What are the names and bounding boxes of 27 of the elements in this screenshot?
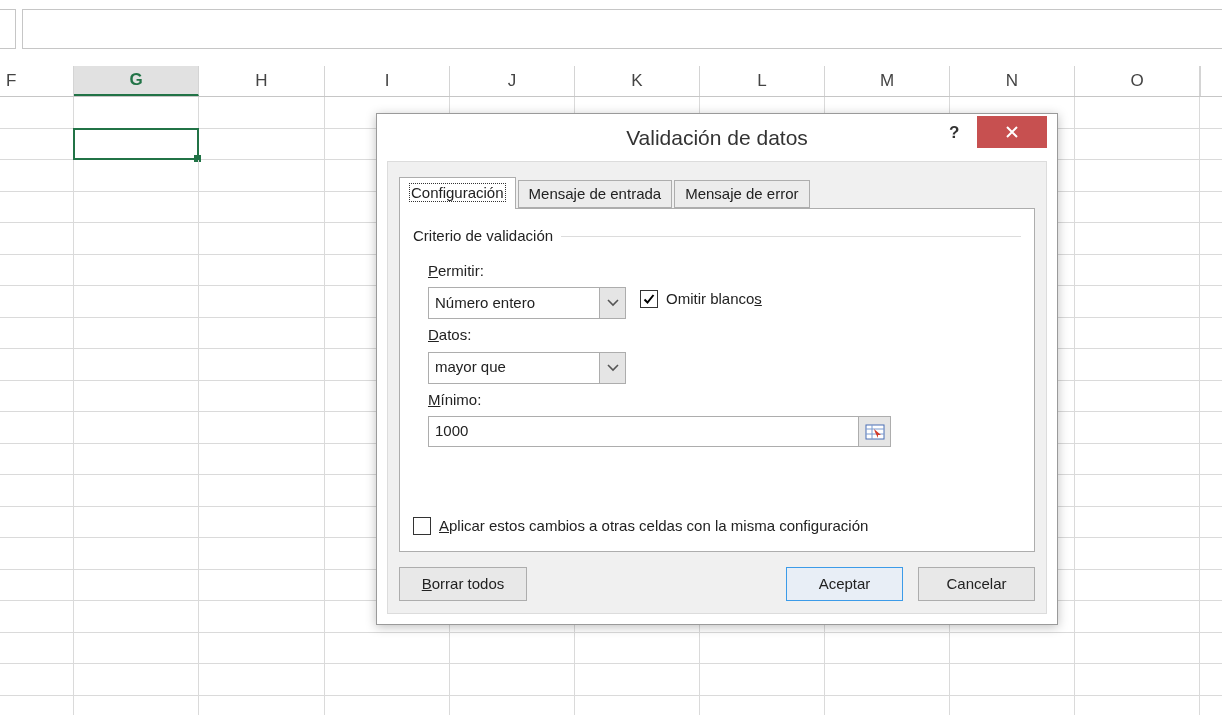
tab[interactable]: Configuración	[399, 177, 516, 209]
dialog-title: Validación de datos	[626, 124, 808, 151]
field-label: Mínimo:	[428, 389, 483, 410]
dialog-button[interactable]: Cancelar	[918, 567, 1035, 601]
dialog-button[interactable]: Borrar todos	[399, 567, 527, 601]
field-label: Datos:	[428, 325, 473, 345]
group-title: Criterio de validación	[413, 226, 554, 246]
chevron-down-icon	[606, 299, 619, 307]
help-button[interactable]: ?	[949, 120, 960, 146]
tab[interactable]: Mensaje de entrada	[517, 180, 673, 208]
field-label: Permitir:	[428, 260, 485, 281]
range-select-icon[interactable]	[858, 417, 890, 446]
checkbox-label[interactable]: Aplicar estos cambios a otras celdas con la misma configuración	[439, 514, 869, 537]
dropdown[interactable]: mayor que	[428, 351, 626, 384]
checkbox[interactable]	[413, 516, 431, 535]
close-button[interactable]	[977, 116, 1047, 148]
checkmark-icon	[643, 293, 655, 305]
close-icon	[1006, 126, 1018, 138]
dropdown[interactable]: Número entero	[428, 287, 626, 319]
checkbox[interactable]	[640, 290, 658, 308]
selected-cell[interactable]	[73, 127, 199, 160]
dialog-button[interactable]: Aceptar	[786, 567, 903, 601]
tab[interactable]: Mensaje de error	[674, 180, 810, 208]
checkbox-label[interactable]: Omitir blancos	[666, 287, 762, 311]
column-header[interactable]: G	[74, 66, 199, 96]
chevron-down-icon	[606, 363, 619, 372]
minimum-field[interactable]: 1000	[428, 416, 891, 447]
